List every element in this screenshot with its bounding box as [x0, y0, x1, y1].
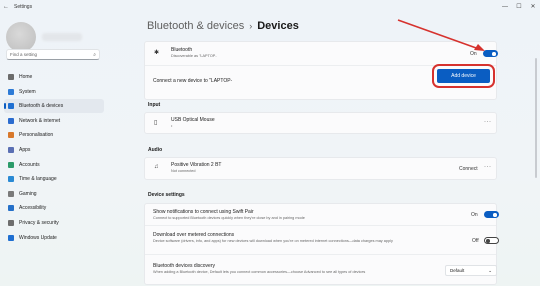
annotation-arrow	[397, 19, 485, 51]
scrollbar[interactable]	[535, 58, 537, 178]
